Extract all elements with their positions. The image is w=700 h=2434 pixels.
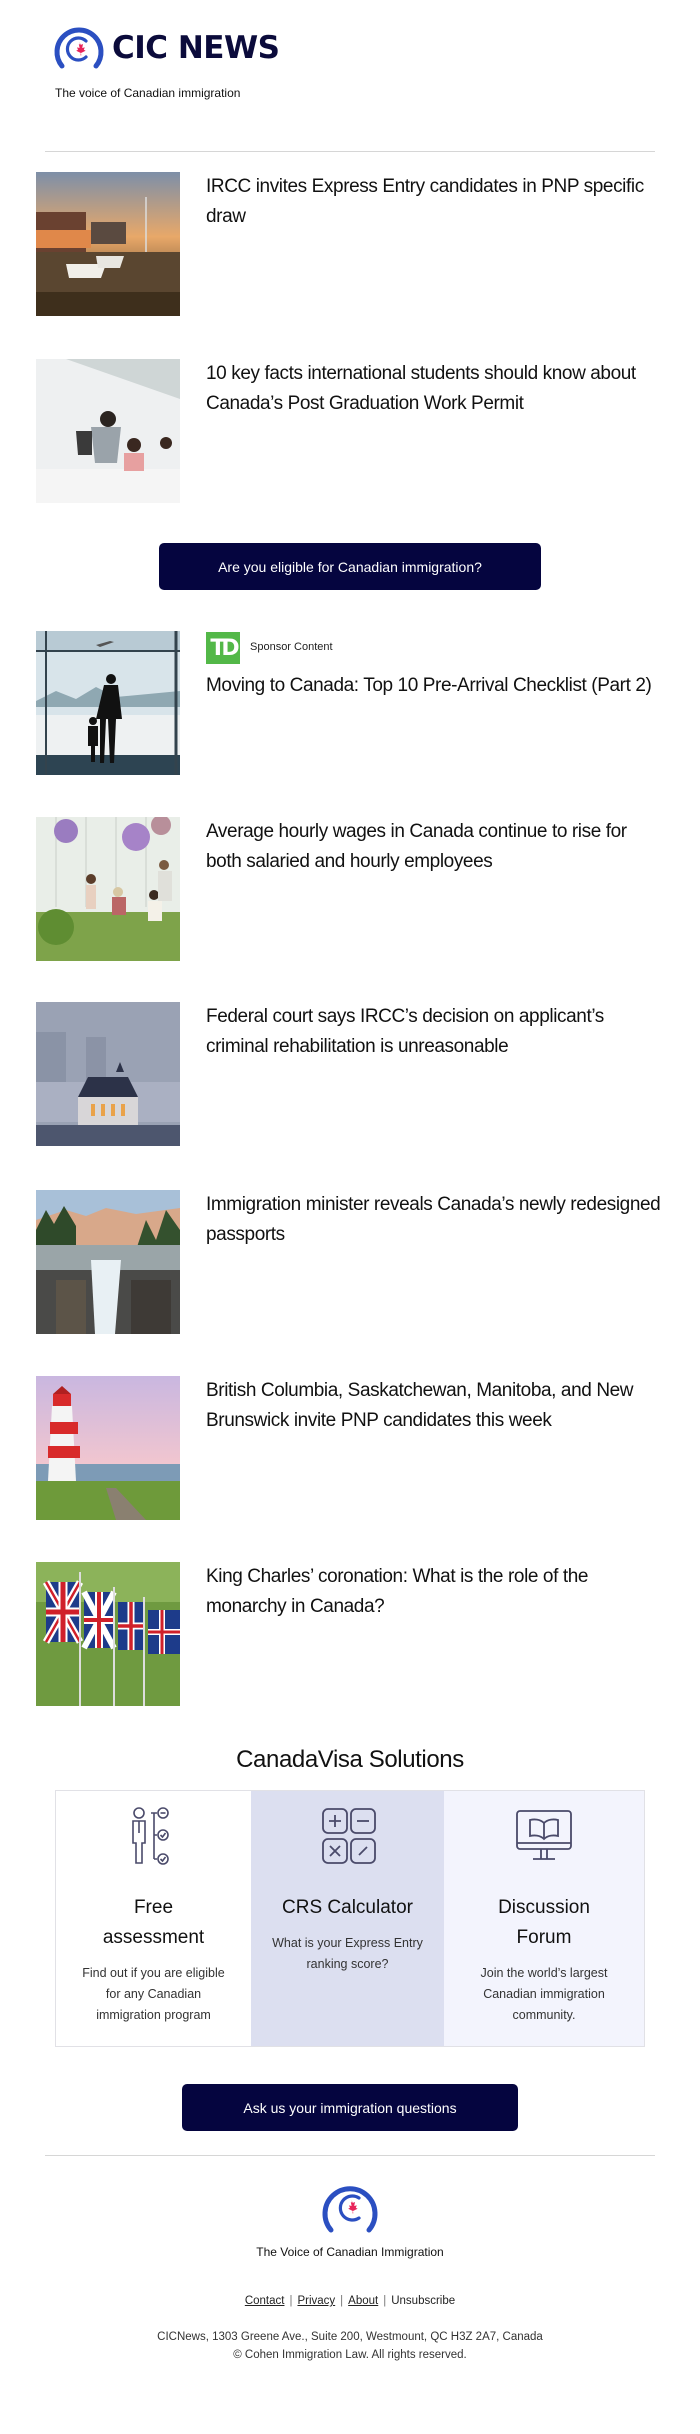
separator: |	[289, 2295, 293, 2307]
airport-window-image	[36, 631, 180, 775]
supreme-court-fog-image	[36, 1002, 180, 1146]
article-title[interactable]: Federal court says IRCC’s decision on ap…	[206, 1002, 666, 1062]
solutions-title: CanadaVisa Solutions	[236, 1746, 464, 1773]
cic-news-logo[interactable]: CIC NEWS	[52, 22, 282, 74]
article-image[interactable]	[36, 359, 180, 503]
article-image[interactable]	[36, 1376, 180, 1520]
solution-description: What is your Express Entry ranking score…	[272, 1936, 423, 1971]
article-title[interactable]: King Charles’ coronation: What is the ro…	[206, 1562, 666, 1622]
union-jack-flags-image	[36, 1562, 180, 1706]
unsubscribe-link[interactable]: Unsubscribe	[391, 2295, 455, 2307]
article-title[interactable]: IRCC invites Express Entry candidates in…	[206, 172, 666, 232]
article-title[interactable]: British Columbia, Saskatchewan, Manitoba…	[206, 1376, 666, 1436]
brand-name: CIC NEWS	[112, 29, 280, 66]
article-image[interactable]	[36, 1190, 180, 1334]
students-image	[36, 359, 180, 503]
separator: |	[340, 2295, 344, 2307]
article-title[interactable]: Average hourly wages in Canada continue …	[206, 817, 666, 877]
greenhouse-workers-image	[36, 817, 180, 961]
solution-description: Find out if you are eligible for any Can…	[82, 1966, 225, 2022]
solution-heading: CRS Calculator	[282, 1897, 413, 1918]
footer-address: CICNews, 1303 Greene Ave., Suite 200, We…	[157, 2331, 543, 2343]
td-bank-logo: TD	[206, 632, 240, 664]
article-title[interactable]: Moving to Canada: Top 10 Pre-Arrival Che…	[206, 671, 666, 701]
sponsor-label: Sponsor Content	[250, 641, 333, 653]
article-image[interactable]	[36, 631, 180, 775]
article-image[interactable]	[36, 172, 180, 316]
solution-heading: Discussion Forum	[498, 1897, 590, 1948]
footer-links: Contact | Privacy | About | Unsubscribe	[0, 2295, 700, 2307]
solution-crs-calculator[interactable]: CRS Calculator What is your Express Entr…	[251, 1791, 444, 2046]
contact-link[interactable]: Contact	[245, 2295, 285, 2307]
solution-heading: Free assessment	[102, 1897, 205, 1948]
article-image[interactable]	[36, 1002, 180, 1146]
footer-copyright: © Cohen Immigration Law. All rights rese…	[233, 2349, 467, 2361]
calculator-icon	[321, 1808, 376, 1864]
solution-description: Join the world’s largest Canadian immigr…	[480, 1966, 608, 2022]
lighthouse-image	[36, 1376, 180, 1520]
waterfall-canyon-image	[36, 1190, 180, 1334]
header-divider	[45, 151, 655, 152]
assessment-checklist-icon	[131, 1807, 169, 1865]
solution-discussion-forum[interactable]: Discussion Forum Join the world’s larges…	[444, 1791, 644, 2046]
article-image[interactable]	[36, 1562, 180, 1706]
article-title[interactable]: Immigration minister reveals Canada’s ne…	[206, 1190, 666, 1250]
header-tagline: The voice of Canadian immigration	[55, 86, 241, 100]
forum-monitor-book-icon	[516, 1810, 572, 1860]
cic-logo-icon	[54, 27, 104, 69]
footer-address-block: CICNews, 1303 Greene Ave., Suite 200, We…	[0, 2328, 700, 2364]
separator: |	[383, 2295, 387, 2307]
article-title[interactable]: 10 key facts international students shou…	[206, 359, 666, 419]
ask-questions-button[interactable]: Ask us your immigration questions	[182, 2084, 518, 2131]
footer-divider	[45, 2155, 655, 2156]
about-link[interactable]: About	[348, 2295, 378, 2307]
eligibility-button[interactable]: Are you eligible for Canadian immigratio…	[159, 543, 541, 590]
harbour-sunset-image	[36, 172, 180, 316]
footer-tagline: The Voice of Canadian Immigration	[256, 2245, 444, 2259]
article-image[interactable]	[36, 817, 180, 961]
solutions-grid: Free assessment Find out if you are elig…	[55, 1790, 645, 2047]
solution-free-assessment[interactable]: Free assessment Find out if you are elig…	[56, 1791, 251, 2046]
privacy-link[interactable]: Privacy	[297, 2295, 335, 2307]
cic-footer-logo-icon[interactable]	[318, 2176, 382, 2236]
